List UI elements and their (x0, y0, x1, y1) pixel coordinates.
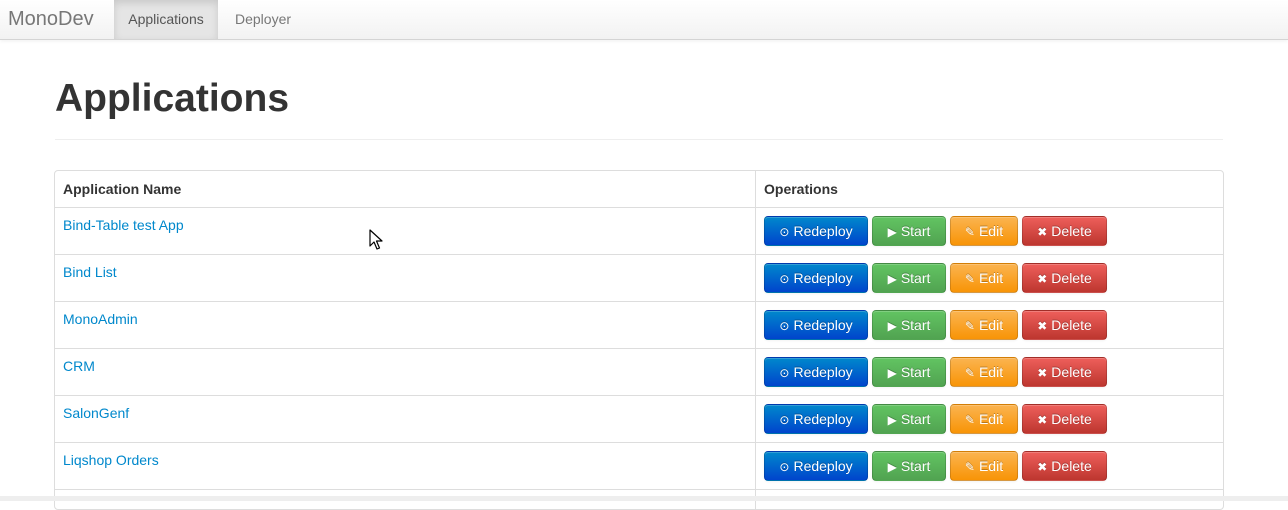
trash-icon: ✖ (1037, 413, 1048, 427)
redeploy-button-label: Redeploy (793, 364, 853, 380)
table-row: MonoAdmin ⊙ Redeploy ▶ Start ✎ Edit ✖ Delete (55, 302, 1223, 349)
edit-icon: ✎ (964, 272, 975, 286)
redeploy-button-label: Redeploy (793, 458, 853, 474)
trash-icon: ✖ (1037, 366, 1048, 380)
edit-button[interactable]: ✎ Edit (950, 263, 1018, 293)
redeploy-button[interactable]: ⊙ Redeploy (764, 357, 868, 387)
app-name-link[interactable]: MonoAdmin (63, 311, 138, 327)
trash-icon: ✖ (1037, 272, 1048, 286)
redeploy-button[interactable]: ⊙ Redeploy (764, 404, 868, 434)
edit-button-label: Edit (978, 270, 1004, 286)
start-button[interactable]: ▶ Start (872, 357, 946, 387)
edit-button-label: Edit (978, 411, 1004, 427)
delete-button[interactable]: ✖ Delete (1022, 216, 1107, 246)
delete-button[interactable]: ✖ Delete (1022, 357, 1107, 387)
edit-icon: ✎ (964, 225, 975, 239)
redeploy-button[interactable]: ⊙ Redeploy (764, 263, 868, 293)
play-icon: ▶ (887, 225, 897, 239)
redeploy-button-label: Redeploy (793, 317, 853, 333)
edit-icon: ✎ (964, 460, 975, 474)
edit-button-label: Edit (978, 317, 1004, 333)
play-icon: ▶ (887, 366, 897, 380)
column-header-name: Application Name (63, 181, 182, 197)
start-button[interactable]: ▶ Start (872, 404, 946, 434)
start-button[interactable]: ▶ Start (872, 216, 946, 246)
start-button[interactable]: ▶ Start (872, 451, 946, 481)
redeploy-button[interactable]: ⊙ Redeploy (764, 451, 868, 481)
edit-button-label: Edit (978, 458, 1004, 474)
app-name-link[interactable]: SalonGenf (63, 405, 129, 421)
top-navbar: MonoDev Applications Deployer (0, 0, 1288, 40)
delete-button-label: Delete (1051, 458, 1092, 474)
app-name-link[interactable]: CRM (63, 358, 95, 374)
start-button-label: Start (900, 317, 931, 333)
delete-button-label: Delete (1051, 364, 1092, 380)
table-row: Bind-Table test App ⊙ Redeploy ▶ Start ✎ Edit ✖… (55, 208, 1223, 255)
delete-button-label: Delete (1051, 317, 1092, 333)
nav-item-applications[interactable]: Applications (114, 0, 218, 39)
mouse-cursor-icon (369, 229, 383, 250)
window-bottom-edge (0, 496, 1288, 501)
table-header: Application Name Operations (55, 171, 1223, 208)
circle-arrow-up-icon: ⊙ (779, 225, 790, 239)
trash-icon: ✖ (1037, 460, 1048, 474)
edit-button-label: Edit (978, 364, 1004, 380)
nav-item-deployer[interactable]: Deployer (220, 0, 306, 39)
play-icon: ▶ (887, 319, 897, 333)
start-button[interactable]: ▶ Start (872, 310, 946, 340)
delete-button-label: Delete (1051, 270, 1092, 286)
circle-arrow-up-icon: ⊙ (779, 460, 790, 474)
circle-arrow-up-icon: ⊙ (779, 413, 790, 427)
start-button[interactable]: ▶ Start (872, 263, 946, 293)
edit-button[interactable]: ✎ Edit (950, 404, 1018, 434)
edit-button[interactable]: ✎ Edit (950, 310, 1018, 340)
applications-table: Application Name Operations Bind-Table t… (54, 170, 1224, 510)
edit-button-label: Edit (978, 223, 1004, 239)
start-button-label: Start (900, 364, 931, 380)
title-divider (55, 139, 1223, 140)
start-button-label: Start (900, 411, 931, 427)
brand-logo[interactable]: MonoDev (8, 8, 94, 30)
trash-icon: ✖ (1037, 319, 1048, 333)
redeploy-button[interactable]: ⊙ Redeploy (764, 216, 868, 246)
redeploy-button-label: Redeploy (793, 411, 853, 427)
play-icon: ▶ (887, 413, 897, 427)
app-name-link[interactable]: Bind List (63, 264, 117, 280)
edit-icon: ✎ (964, 366, 975, 380)
app-name-link[interactable]: Liqshop Orders (63, 452, 159, 468)
page-title: Applications (55, 77, 290, 120)
redeploy-button-label: Redeploy (793, 270, 853, 286)
delete-button[interactable]: ✖ Delete (1022, 451, 1107, 481)
edit-button[interactable]: ✎ Edit (950, 357, 1018, 387)
circle-arrow-up-icon: ⊙ (779, 366, 790, 380)
edit-button[interactable]: ✎ Edit (950, 451, 1018, 481)
delete-button[interactable]: ✖ Delete (1022, 310, 1107, 340)
table-row: Bind List ⊙ Redeploy ▶ Start ✎ Edit ✖ Delete (55, 255, 1223, 302)
start-button-label: Start (900, 270, 931, 286)
redeploy-button[interactable]: ⊙ Redeploy (764, 310, 868, 340)
column-header-operations: Operations (764, 181, 838, 197)
edit-icon: ✎ (964, 413, 975, 427)
delete-button-label: Delete (1051, 411, 1092, 427)
play-icon: ▶ (887, 272, 897, 286)
delete-button[interactable]: ✖ Delete (1022, 263, 1107, 293)
redeploy-button-label: Redeploy (793, 223, 853, 239)
table-row: SalonGenf ⊙ Redeploy ▶ Start ✎ Edit ✖ Delete (55, 396, 1223, 443)
delete-button[interactable]: ✖ Delete (1022, 404, 1107, 434)
start-button-label: Start (900, 458, 931, 474)
table-row: CRM ⊙ Redeploy ▶ Start ✎ Edit ✖ Delete (55, 349, 1223, 396)
table-row: Liqshop Orders ⊙ Redeploy ▶ Start ✎ Edit ✖ Delet… (55, 443, 1223, 490)
edit-icon: ✎ (964, 319, 975, 333)
play-icon: ▶ (887, 460, 897, 474)
circle-arrow-up-icon: ⊙ (779, 319, 790, 333)
circle-arrow-up-icon: ⊙ (779, 272, 790, 286)
edit-button[interactable]: ✎ Edit (950, 216, 1018, 246)
delete-button-label: Delete (1051, 223, 1092, 239)
start-button-label: Start (900, 223, 931, 239)
app-name-link[interactable]: Bind-Table test App (63, 217, 184, 233)
trash-icon: ✖ (1037, 225, 1048, 239)
